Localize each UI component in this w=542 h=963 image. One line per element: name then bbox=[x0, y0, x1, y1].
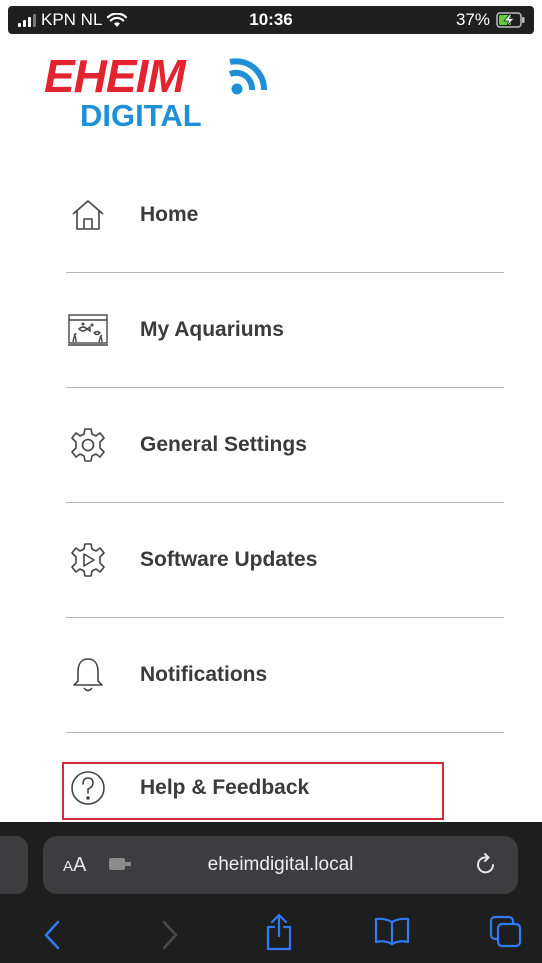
main-menu: Home My Aquariums General Settings Softw… bbox=[66, 158, 504, 843]
status-right: 37% bbox=[456, 10, 526, 30]
gear-play-icon bbox=[64, 536, 112, 584]
forward-icon[interactable] bbox=[158, 918, 182, 952]
bell-icon bbox=[64, 651, 112, 699]
reload-icon[interactable] bbox=[474, 852, 498, 878]
previous-tab-preview[interactable] bbox=[0, 836, 28, 894]
menu-item-software-updates[interactable]: Software Updates bbox=[66, 503, 504, 618]
gear-icon bbox=[64, 421, 112, 469]
signal-icon bbox=[18, 13, 36, 27]
menu-item-label: My Aquariums bbox=[140, 318, 284, 341]
highlight-box bbox=[62, 762, 444, 820]
address-bar[interactable]: AA eheimdigital.local bbox=[43, 836, 518, 894]
battery-percent: 37% bbox=[455, 10, 490, 29]
menu-item-label: Notifications bbox=[140, 663, 268, 686]
tabs-icon[interactable] bbox=[488, 914, 524, 948]
menu-item-label: Home bbox=[140, 203, 199, 226]
status-bar: KPN NL 10:36 37% bbox=[8, 6, 534, 34]
status-left: KPN NL bbox=[18, 10, 128, 30]
carrier-label: KPN NL bbox=[41, 10, 103, 29]
svg-text:EHEIM: EHEIM bbox=[44, 52, 187, 102]
wifi-icon bbox=[107, 12, 128, 27]
aquarium-icon bbox=[64, 306, 112, 354]
browser-toolbar bbox=[0, 908, 542, 963]
menu-item-my-aquariums[interactable]: My Aquariums bbox=[66, 273, 504, 388]
menu-item-general-settings[interactable]: General Settings bbox=[66, 388, 504, 503]
bookmarks-icon[interactable] bbox=[373, 916, 411, 946]
back-icon[interactable] bbox=[40, 918, 64, 952]
battery-charging-icon bbox=[496, 12, 525, 28]
eheim-digital-logo: EHEIM DIGITAL bbox=[44, 52, 268, 132]
share-icon[interactable] bbox=[263, 912, 295, 952]
menu-item-home[interactable]: Home bbox=[66, 158, 504, 273]
home-icon bbox=[64, 191, 112, 239]
url-text: eheimdigital.local bbox=[207, 854, 354, 875]
svg-text:DIGITAL: DIGITAL bbox=[80, 98, 202, 132]
browser-bottom-bar: AA eheimdigital.local bbox=[0, 822, 542, 963]
menu-item-notifications[interactable]: Notifications bbox=[66, 618, 504, 733]
menu-item-label: Software Updates bbox=[140, 548, 318, 571]
menu-item-label: General Settings bbox=[140, 433, 307, 456]
